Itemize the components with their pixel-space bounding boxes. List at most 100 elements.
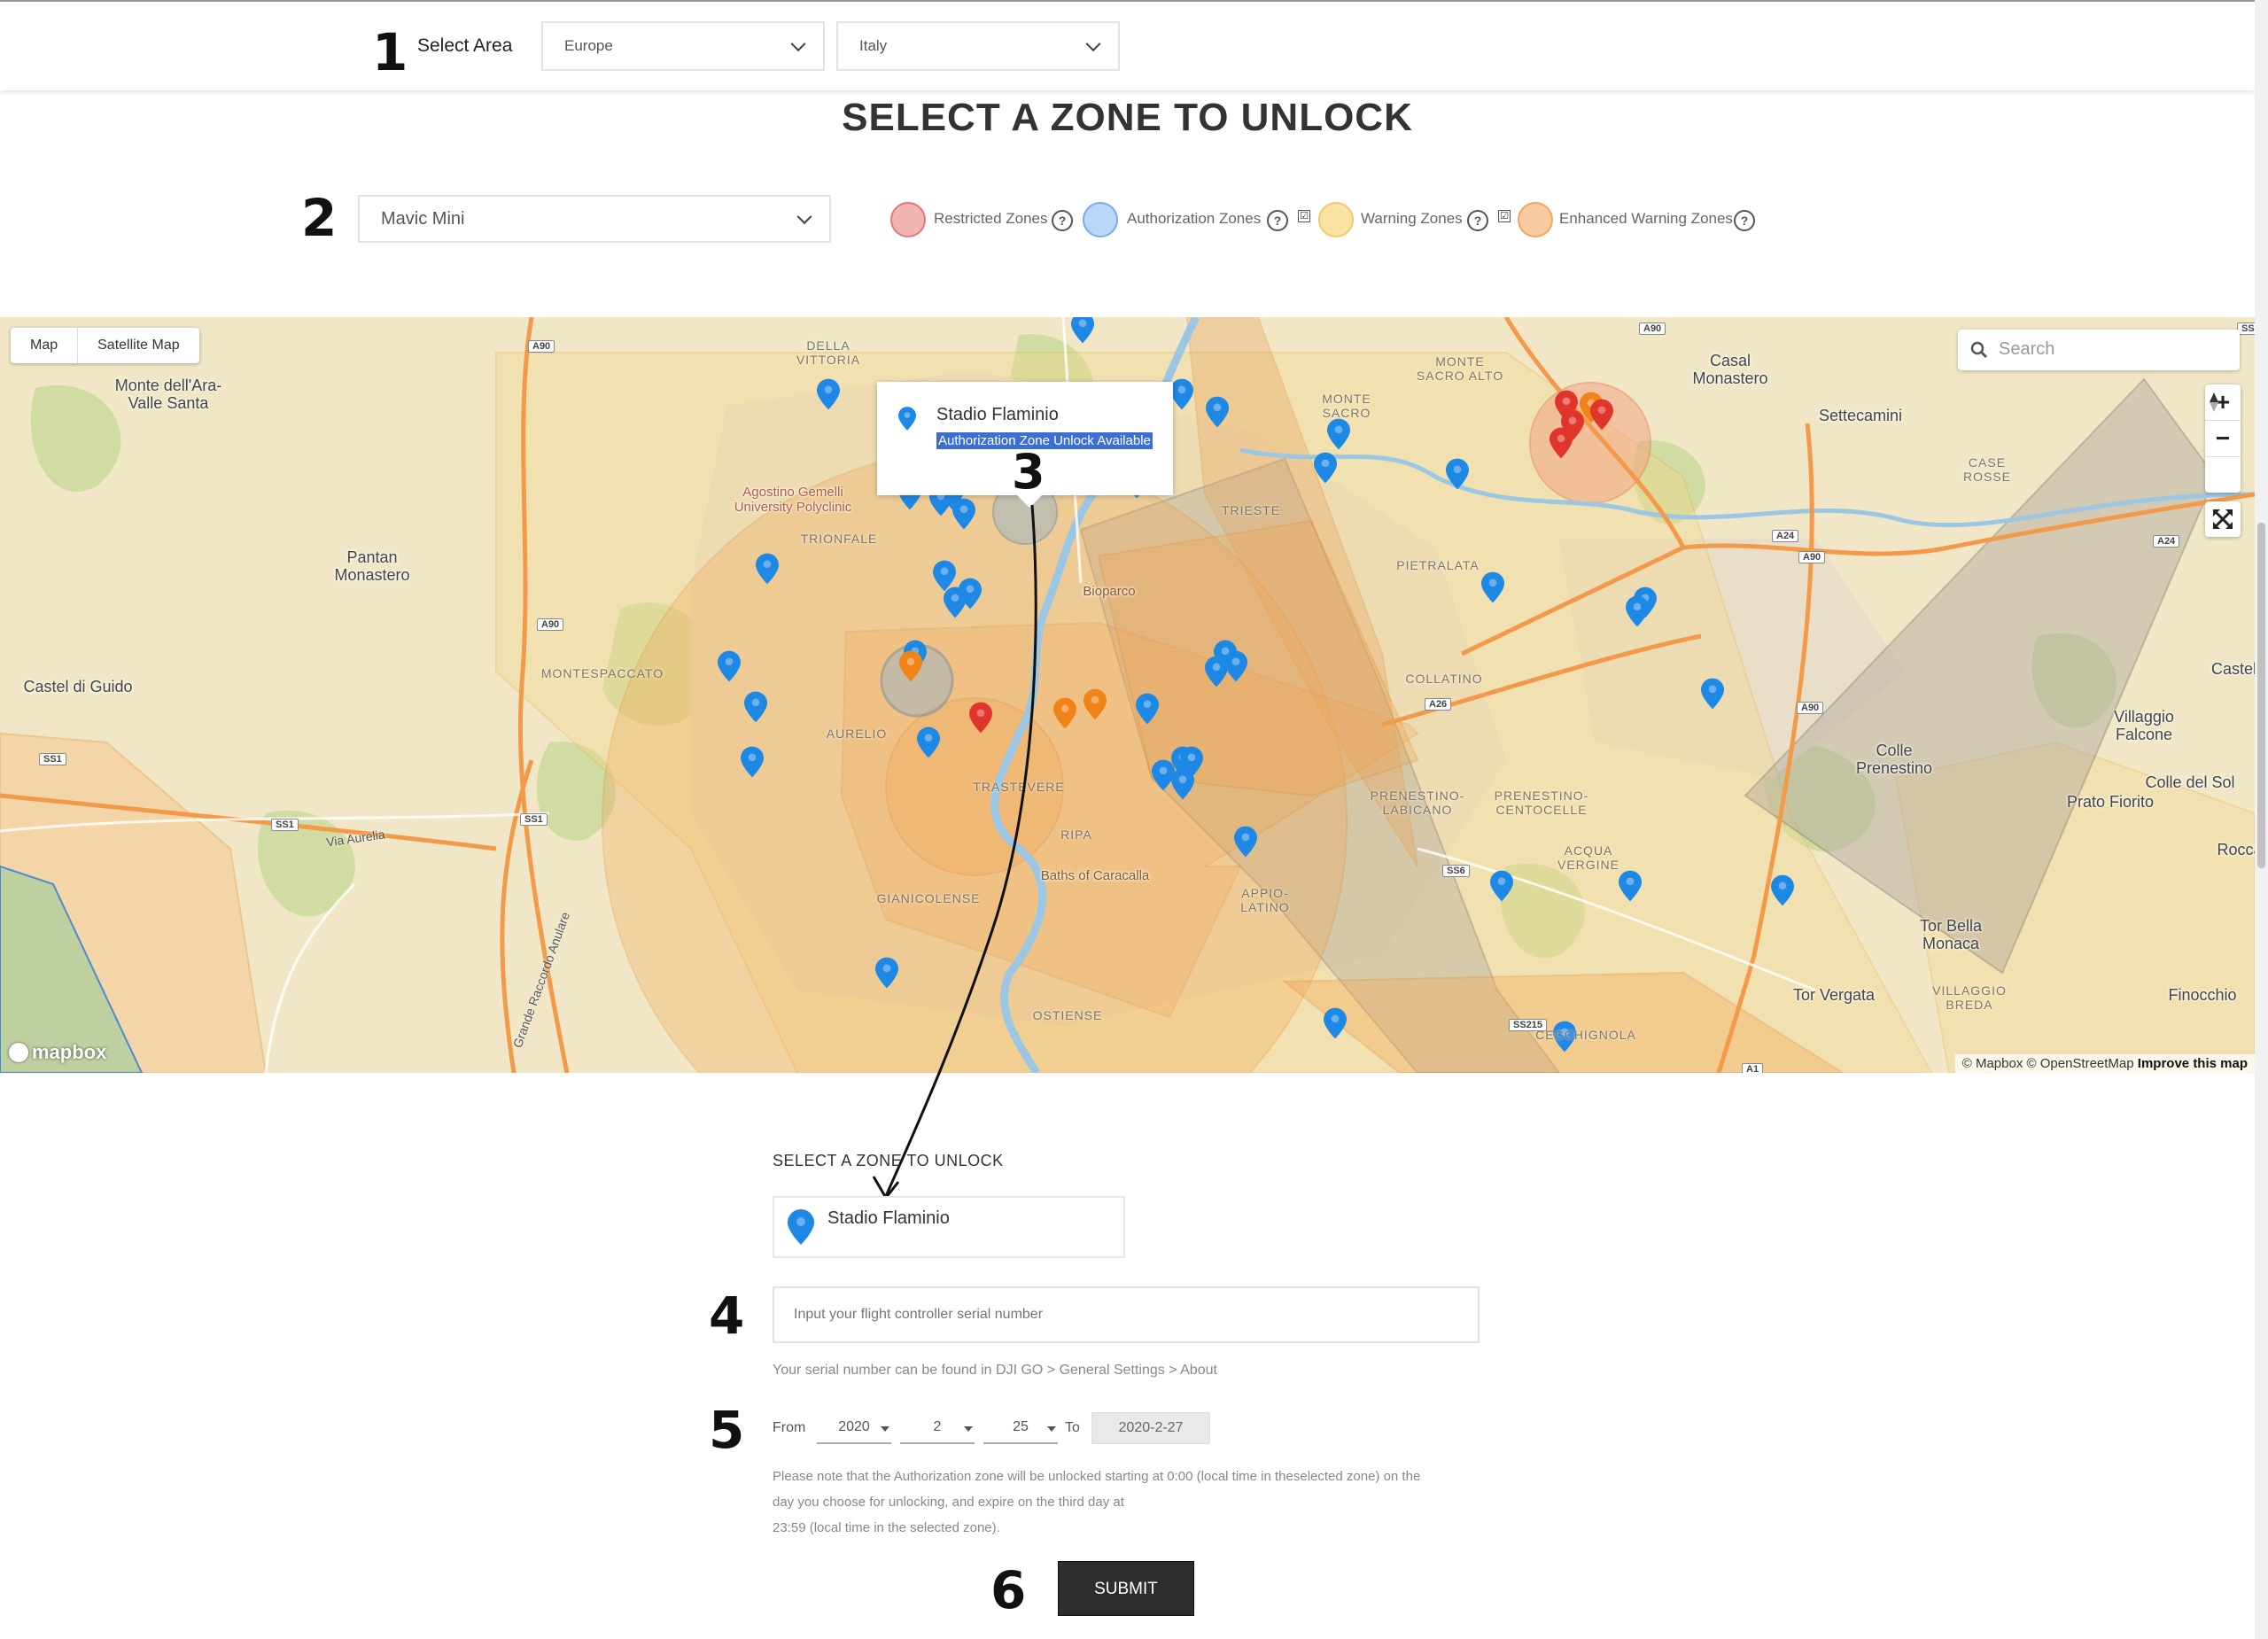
district-label: PRENESTINO- LABICANO	[1370, 788, 1465, 817]
step-4-marker: 4	[709, 1286, 745, 1346]
fullscreen-button[interactable]	[2205, 501, 2241, 537]
road-shield: A90	[1798, 551, 1826, 563]
mapbox-logo: mapbox	[9, 1041, 106, 1064]
compass-button[interactable]	[2205, 392, 2241, 493]
unlock-note: Please note that the Authorization zone …	[773, 1464, 1488, 1541]
month-value: 2	[933, 1419, 942, 1434]
select-area-label: Select Area	[417, 35, 513, 56]
road-shield: SS1	[520, 813, 548, 826]
road-shield: SS6	[1442, 865, 1470, 877]
page-scrollbar[interactable]	[2255, 0, 2268, 1639]
improve-map-link[interactable]: Improve this map	[2138, 1056, 2248, 1071]
map-button[interactable]: Map	[11, 328, 77, 363]
attribution-osm-link[interactable]: © OpenStreetMap	[2027, 1056, 2134, 1071]
unlock-note-line-2: day you choose for unlocking, and expire…	[773, 1495, 1124, 1510]
district-label: MONTE SACRO	[1322, 392, 1371, 420]
year-select[interactable]: 2020	[817, 1414, 891, 1444]
day-select[interactable]: 25	[983, 1414, 1058, 1444]
country-select[interactable]: Italy	[836, 21, 1120, 71]
scrollbar-thumb[interactable]	[2257, 523, 2265, 868]
authorization-zones-checkbox[interactable]: ☑	[1298, 210, 1310, 222]
place-label: Agostino Gemelli University Polyclinic	[734, 485, 852, 515]
year-value: 2020	[838, 1419, 870, 1434]
chevron-down-icon	[790, 36, 806, 52]
form-section-title: SELECT A ZONE TO UNLOCK	[773, 1152, 1004, 1169]
help-icon[interactable]: ?	[1052, 210, 1073, 231]
place-label: Casal Monastero	[1692, 352, 1768, 387]
map-type-toggle[interactable]: Map Satellite Map	[11, 328, 199, 363]
legend-label-restricted: Restricted Zones	[934, 210, 1048, 227]
zoom-control[interactable]: + −	[2205, 385, 2241, 493]
country-select-value: Italy	[859, 37, 888, 54]
district-label: MONTE SACRO ALTO	[1416, 354, 1504, 383]
dropdown-arrow-icon	[1047, 1426, 1056, 1432]
dropdown-arrow-icon	[881, 1426, 889, 1432]
selected-zone-card[interactable]: Stadio Flaminio	[773, 1196, 1125, 1258]
place-label: Tor Bella Monaca	[1919, 917, 1983, 952]
dropdown-arrow-icon	[964, 1426, 973, 1432]
fullscreen-icon	[2213, 509, 2233, 529]
place-label: Castel di Guido	[23, 678, 133, 695]
place-label: Pantan Monastero	[334, 548, 410, 584]
road-shield: A90	[537, 618, 564, 631]
location-pin-icon	[788, 1209, 814, 1245]
submit-button[interactable]: SUBMIT	[1058, 1561, 1194, 1616]
mapbox-logo-icon	[9, 1043, 28, 1062]
place-label: Prato Fiorito	[2066, 793, 2155, 811]
chevron-down-icon	[1085, 36, 1101, 52]
step-5-marker: 5	[709, 1400, 745, 1460]
aircraft-select[interactable]: Mavic Mini	[358, 195, 831, 243]
district-label: TRIONFALE	[800, 532, 878, 546]
district-label: COLLATINO	[1405, 672, 1483, 686]
district-label: PIETRALATA	[1396, 558, 1480, 572]
district-label: DELLA VITTORIA	[796, 338, 861, 367]
zone-popup[interactable]: Stadio Flaminio Authorization Zone Unloc…	[877, 382, 1173, 508]
place-label: Rocca	[2217, 841, 2255, 858]
road-shield: SS5	[2237, 322, 2255, 335]
serial-number-input[interactable]	[773, 1286, 1480, 1343]
from-label: From	[773, 1420, 806, 1435]
help-icon[interactable]: ?	[1734, 210, 1755, 231]
legend-label-authorization: Authorization Zones	[1127, 210, 1262, 227]
month-select[interactable]: 2	[900, 1414, 975, 1444]
place-label: Baths of Caracalla	[1040, 868, 1150, 883]
aircraft-select-value: Mavic Mini	[381, 208, 465, 229]
road-shield: A90	[528, 340, 555, 353]
district-label: CASE ROSSE	[1962, 455, 2012, 484]
satellite-map-button[interactable]: Satellite Map	[77, 328, 199, 363]
map-search[interactable]: Search	[1958, 330, 2240, 370]
district-label: OSTIENSE	[1032, 1008, 1103, 1022]
mapbox-logo-text: mapbox	[32, 1041, 107, 1063]
unlock-note-line-3: 23:59 (local time in the selected zone).	[773, 1520, 1000, 1535]
restricted-zone-swatch	[890, 202, 926, 237]
road-shield: A90	[1797, 702, 1824, 714]
compass-icon	[2210, 392, 2218, 412]
region-select[interactable]: Europe	[541, 21, 825, 71]
road-shield: A26	[1425, 698, 1452, 711]
road-shield: SS1	[271, 819, 299, 831]
location-pin-icon	[898, 407, 916, 431]
district-label: CECCHIGNOLA	[1535, 1028, 1636, 1042]
attribution-mapbox-link[interactable]: © Mapbox	[1962, 1056, 2023, 1071]
chevron-down-icon	[796, 209, 812, 225]
step-1-marker: 1	[372, 22, 408, 82]
help-icon[interactable]: ?	[1467, 210, 1488, 231]
selected-zone-name: Stadio Flaminio	[827, 1208, 950, 1228]
end-date-field: 2020-2-27	[1091, 1412, 1210, 1444]
road-shield: A24	[1772, 530, 1799, 542]
warning-zones-checkbox[interactable]: ☑	[1498, 210, 1511, 222]
legend-label-enhanced-warning: Enhanced Warning Zones	[1559, 210, 1733, 227]
zoom-out-button[interactable]: −	[2205, 421, 2241, 457]
district-label: TRASTEVERE	[973, 780, 1065, 794]
place-label: Colle del Sol	[2145, 773, 2235, 791]
district-label: VILLAGGIO BREDA	[1932, 983, 2007, 1012]
help-icon[interactable]: ?	[1267, 210, 1288, 231]
road-shield: SS215	[1509, 1019, 1548, 1031]
road-shield: A24	[2153, 535, 2180, 548]
district-label: GIANICOLENSE	[876, 891, 981, 905]
place-label: Tor Vergata	[1792, 986, 1876, 1004]
to-label: To	[1065, 1420, 1080, 1435]
zone-map[interactable]: Monte dell'Ara- Valle Santa Pantan Monast…	[0, 317, 2255, 1073]
enhanced-warning-zone-swatch	[1518, 202, 1553, 237]
serial-number-hint: Your serial number can be found in DJI G…	[773, 1363, 1217, 1378]
